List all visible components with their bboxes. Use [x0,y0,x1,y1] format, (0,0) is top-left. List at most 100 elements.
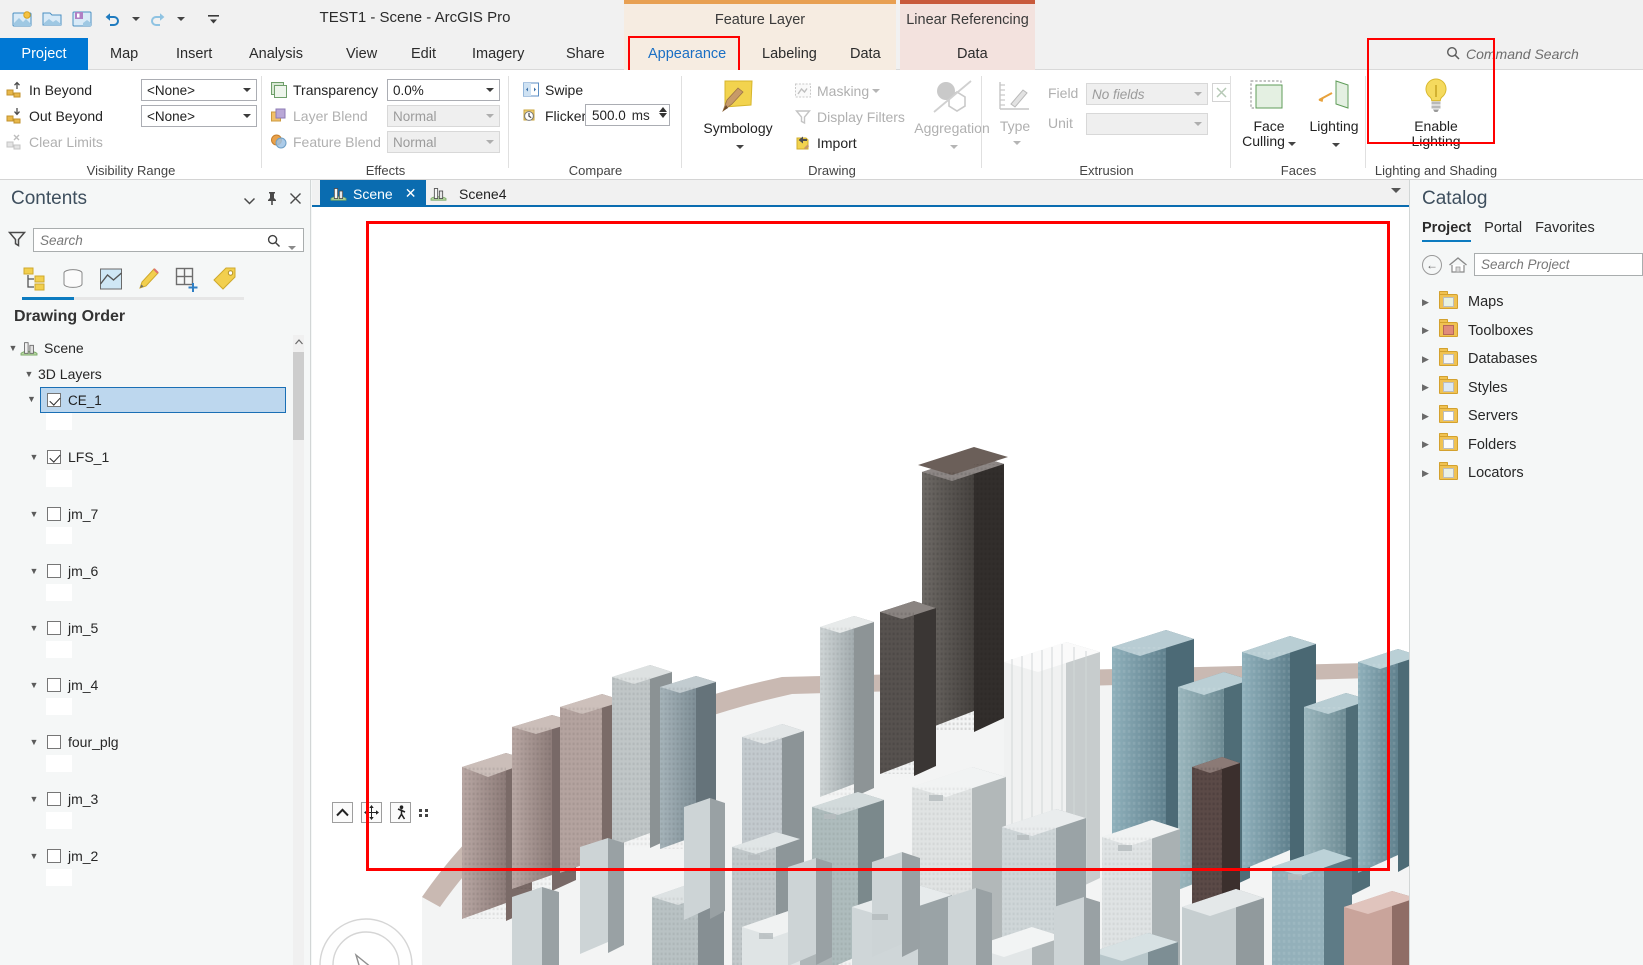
catalog-item-maps[interactable]: ▶ Maps [1422,288,1643,317]
catalog-tab-portal[interactable]: Portal [1484,220,1522,242]
layer-visibility-checkbox[interactable] [47,678,61,692]
expander-icon[interactable]: ▼ [27,851,41,861]
symbology-button[interactable]: Symbology [696,78,780,152]
flicker-spinner[interactable]: 500.0 ms [585,104,670,126]
tab-project[interactable]: Project [0,38,88,70]
list-by-selection-icon[interactable] [98,266,124,292]
tab-data-linear-referencing[interactable]: Data [943,38,1002,70]
scene-viewport[interactable] [312,207,1409,965]
layer-visibility-checkbox[interactable] [47,393,61,407]
expander-icon[interactable]: ▶ [1422,297,1439,308]
tree-item-jm-5[interactable]: ▼ jm_5 [0,615,311,641]
tree-item-ce-1[interactable]: CE_1 [40,387,286,413]
contents-scrollbar-thumb[interactable] [293,352,304,440]
expander-icon[interactable]: ▼ [6,343,20,353]
tab-appearance[interactable]: Appearance [634,38,740,70]
face-culling-button[interactable]: Face Culling [1235,78,1303,149]
tab-view[interactable]: View [332,38,391,70]
tree-item-jm-6[interactable]: ▼ jm_6 [0,558,311,584]
enable-lighting-button[interactable]: Enable Lighting [1390,76,1482,149]
catalog-tab-favorites[interactable]: Favorites [1535,220,1595,242]
layer-visibility-checkbox[interactable] [47,507,61,521]
flicker-spin-buttons[interactable] [659,107,667,118]
clear-limits-row[interactable]: Clear Limits [6,129,103,155]
catalog-tab-project[interactable]: Project [1422,220,1472,242]
expander-icon[interactable]: ▶ [1422,382,1439,393]
expander-icon[interactable]: ▶ [1422,468,1439,479]
expander-icon[interactable]: ▶ [1422,411,1439,422]
expander-icon[interactable]: ▶ [1422,325,1439,336]
tab-share[interactable]: Share [552,38,619,70]
search-options-dropdown-icon[interactable] [285,238,296,253]
expander-icon[interactable]: ▼ [27,509,41,519]
chevron-up-icon[interactable] [332,802,353,823]
layer-visibility-checkbox[interactable] [47,735,61,749]
list-by-snapping-icon[interactable] [174,266,200,292]
catalog-item-databases[interactable]: ▶ Databases [1422,345,1643,374]
tab-map[interactable]: Map [96,38,152,70]
flicker-row[interactable]: Flicker [522,103,586,129]
tab-imagery[interactable]: Imagery [458,38,538,70]
transparency-combo[interactable]: 0.0% [387,79,500,101]
chevron-down-icon[interactable] [243,192,256,208]
tab-analysis[interactable]: Analysis [235,38,317,70]
layer-visibility-checkbox[interactable] [47,849,61,863]
3d-navigator-compass[interactable] [316,915,416,965]
tab-data-feature-layer[interactable]: Data [836,38,895,70]
tree-item-jm-2[interactable]: ▼ jm_2 [0,843,311,869]
tree-item-jm-3[interactable]: ▼ jm_3 [0,786,311,812]
out-beyond-combo[interactable]: <None> [141,105,257,127]
catalog-item-folders[interactable]: ▶ Folders [1422,431,1643,460]
tree-item-ce-1-row[interactable]: ▼ CE_1 [0,387,311,413]
close-icon[interactable]: ✕ [405,185,417,202]
view-tab-overflow-menu-icon[interactable] [1391,188,1401,193]
catalog-search-input[interactable]: Search Project [1474,253,1643,276]
tree-item-jm-4[interactable]: ▼ jm_4 [0,672,311,698]
contents-search-input[interactable]: Search [33,228,304,252]
home-icon[interactable] [1448,256,1468,274]
scroll-up-icon[interactable] [293,335,304,349]
layer-visibility-checkbox[interactable] [47,450,61,464]
expander-icon[interactable]: ▼ [27,394,36,404]
tree-item-scene[interactable]: ▼ Scene [0,335,311,361]
tab-insert[interactable]: Insert [162,38,226,70]
walking-person-icon[interactable] [390,802,411,823]
close-icon[interactable] [289,192,302,208]
expander-icon[interactable]: ▼ [27,680,41,690]
catalog-item-styles[interactable]: ▶ Styles [1422,374,1643,403]
expander-icon[interactable]: ▼ [27,452,41,462]
expander-icon[interactable]: ▶ [1422,354,1439,365]
tree-item-jm-7[interactable]: ▼ jm_7 [0,501,311,527]
in-beyond-combo[interactable]: <None> [141,79,257,101]
pin-icon[interactable] [266,191,278,208]
layer-visibility-checkbox[interactable] [47,564,61,578]
four-arrows-icon[interactable] [361,802,382,823]
view-tab-scene4[interactable]: Scene4 [420,180,516,207]
expander-icon[interactable]: ▼ [22,369,36,379]
import-button[interactable]: Import [794,130,905,156]
layer-visibility-checkbox[interactable] [47,792,61,806]
tree-item-four-plg[interactable]: ▼ four_plg [0,729,311,755]
list-by-data-source-icon[interactable] [60,266,86,292]
expander-icon[interactable]: ▼ [27,623,41,633]
back-arrow-icon[interactable]: ← [1422,254,1442,275]
tab-edit[interactable]: Edit [397,38,450,70]
list-by-labeling-icon[interactable] [212,266,238,292]
swipe-button[interactable]: Swipe [522,77,586,103]
list-by-drawing-order-icon[interactable] [22,266,48,292]
command-search[interactable]: Command Search [1438,41,1643,67]
lighting-button[interactable]: Lighting [1305,78,1363,150]
tree-item-3d-layers[interactable]: ▼ 3D Layers [0,361,311,387]
layer-visibility-checkbox[interactable] [47,621,61,635]
expander-icon[interactable]: ▼ [27,566,41,576]
catalog-item-locators[interactable]: ▶ Locators [1422,459,1643,488]
view-tab-scene[interactable]: Scene ✕ [320,180,427,207]
tab-labeling[interactable]: Labeling [748,38,831,70]
expander-icon[interactable]: ▼ [27,794,41,804]
expander-icon[interactable]: ▼ [27,737,41,747]
expander-icon[interactable]: ▶ [1422,439,1439,450]
tree-item-lfs-1[interactable]: ▼ LFS_1 [0,444,311,470]
filter-icon[interactable] [7,230,27,251]
catalog-item-servers[interactable]: ▶ Servers [1422,402,1643,431]
navigator-grip-dots-icon[interactable] [419,808,429,817]
